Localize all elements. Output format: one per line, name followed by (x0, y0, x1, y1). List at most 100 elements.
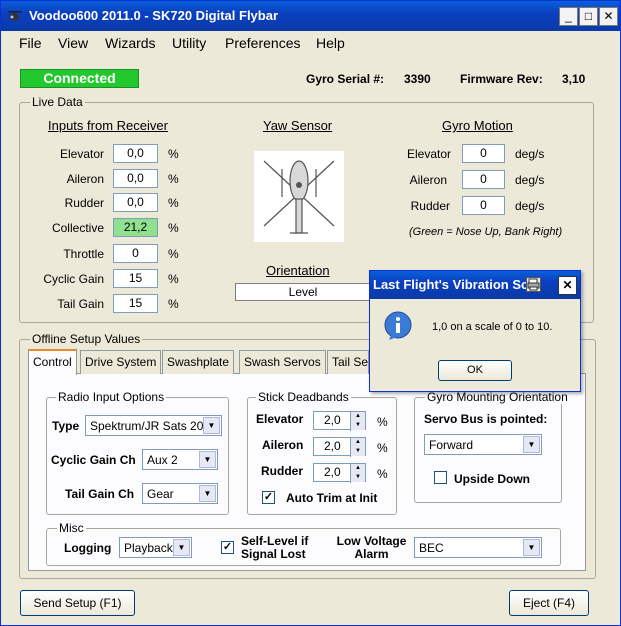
chevron-down-icon: ▼ (203, 417, 220, 434)
tab-swashplate[interactable]: Swashplate (162, 350, 235, 374)
spinner-arrows-icon[interactable]: ▲ ▼ (350, 412, 365, 431)
input-tail-gain-unit: % (168, 297, 179, 311)
eject-button[interactable]: Eject (F4) (509, 590, 589, 616)
main-window: Voodoo600 2011.0 - SK720 Digital Flybar … (0, 0, 621, 626)
deadband-elevator-unit: % (377, 415, 388, 429)
input-cyclic-gain-label: Cyclic Gain (43, 272, 104, 286)
cyclic-gain-ch-value: Aux 2 (147, 453, 178, 467)
menu-wizards[interactable]: Wizards (105, 35, 156, 51)
auto-trim-label: Auto Trim at Init (286, 491, 378, 505)
tab-drive-system[interactable]: Drive System (80, 350, 162, 374)
motion-aileron-label: Aileron (409, 173, 447, 187)
tab-tail-setup[interactable]: Tail Se (327, 350, 369, 374)
chevron-down-icon: ▼ (199, 485, 216, 502)
tail-gain-ch-label: Tail Gain Ch (65, 487, 135, 501)
input-aileron-unit: % (168, 172, 179, 186)
input-rudder-unit: % (168, 196, 179, 210)
stick-deadbands-title: Stick Deadbands (256, 390, 351, 404)
menu-help[interactable]: Help (316, 35, 345, 51)
title-bar: Voodoo600 2011.0 - SK720 Digital Flybar … (1, 1, 620, 31)
info-icon (383, 311, 413, 341)
input-tail-gain-label: Tail Gain (57, 297, 104, 311)
menu-utility[interactable]: Utility (172, 35, 206, 51)
dialog-close-button[interactable]: ✕ (558, 276, 577, 295)
input-collective-label: Collective (51, 221, 104, 235)
cyclic-gain-ch-select[interactable]: Aux 2 ▼ (142, 449, 218, 470)
upside-down-checkbox[interactable] (434, 471, 447, 484)
menu-bar: File View Wizards Utility Preferences He… (1, 31, 620, 55)
maximize-button[interactable]: □ (579, 7, 598, 26)
dialog-ok-button[interactable]: OK (438, 360, 512, 381)
deadband-elevator-label: Elevator (256, 412, 304, 426)
input-throttle-value: 0 (113, 244, 158, 263)
deadband-aileron-stepper[interactable]: 2,0 ▲ ▼ (313, 437, 366, 457)
tab-swash-servos[interactable]: Swash Servos (239, 350, 326, 374)
inputs-title: Inputs from Receiver (48, 118, 168, 133)
cyclic-gain-ch-label: Cyclic Gain Ch (51, 453, 136, 467)
helicopter-app-icon (8, 11, 22, 21)
input-elevator-label: Elevator (59, 147, 104, 161)
gyro-motion-title: Gyro Motion (442, 118, 513, 133)
deadband-rudder-label: Rudder (261, 464, 303, 478)
servo-bus-select[interactable]: Forward ▼ (424, 434, 542, 455)
logging-label: Logging (64, 541, 112, 555)
send-setup-button[interactable]: Send Setup (F1) (20, 590, 135, 616)
motion-aileron-value: 0 (462, 170, 505, 189)
input-cyclic-gain-unit: % (168, 272, 179, 286)
motion-rudder-label: Rudder (410, 199, 450, 213)
menu-file[interactable]: File (19, 35, 42, 51)
tab-control[interactable]: Control (28, 349, 77, 375)
logging-select[interactable]: Playback ▼ (119, 537, 192, 558)
deadband-rudder-stepper[interactable]: 2,0 ▲ ▼ (313, 463, 366, 483)
type-select-value: Spektrum/JR Sats 2048 (90, 419, 217, 433)
input-aileron-value: 0,0 (113, 169, 158, 188)
gyro-serial-value: 3390 (404, 72, 431, 86)
spinner-arrows-icon[interactable]: ▲ ▼ (350, 438, 365, 457)
connected-status-badge: Connected (20, 69, 139, 88)
live-data-title: Live Data (30, 95, 85, 109)
self-level-checkbox[interactable]: ✓ (221, 541, 234, 554)
gyro-serial-label: Gyro Serial #: (306, 72, 385, 86)
motion-elevator-label: Elevator (406, 147, 451, 161)
menu-view[interactable]: View (58, 35, 88, 51)
deadband-rudder-unit: % (377, 467, 388, 481)
deadband-aileron-label: Aileron (262, 438, 304, 452)
tail-gain-ch-select[interactable]: Gear ▼ (142, 483, 218, 504)
low-voltage-label: Low Voltage Alarm (336, 534, 407, 561)
radio-input-title: Radio Input Options (56, 390, 167, 404)
minimize-button[interactable]: _ (559, 7, 578, 26)
printer-icon[interactable] (526, 277, 541, 292)
input-aileron-label: Aileron (66, 172, 104, 186)
motion-aileron-unit: deg/s (515, 173, 545, 187)
spinner-arrows-icon[interactable]: ▲ ▼ (350, 464, 365, 483)
input-rudder-value: 0,0 (113, 193, 158, 212)
input-tail-gain-value: 15 (113, 294, 158, 313)
motion-elevator-unit: deg/s (515, 147, 545, 161)
input-elevator-value: 0,0 (113, 144, 158, 163)
auto-trim-checkbox[interactable]: ✓ (262, 491, 275, 504)
input-cyclic-gain-value: 15 (113, 269, 158, 288)
input-throttle-unit: % (168, 247, 179, 261)
servo-bus-label: Servo Bus is pointed: (424, 412, 548, 426)
tail-gain-ch-value: Gear (147, 487, 174, 501)
helicopter-top-view-icon (263, 160, 335, 234)
motion-rudder-unit: deg/s (515, 199, 545, 213)
misc-title: Misc (57, 521, 86, 535)
close-button[interactable]: ✕ (599, 7, 618, 26)
menu-preferences[interactable]: Preferences (225, 35, 300, 51)
deadband-elevator-stepper[interactable]: 2,0 ▲ ▼ (313, 411, 366, 431)
orientation-title: Orientation (266, 263, 330, 278)
self-level-label: Self-Level if Signal Lost (241, 534, 309, 561)
logging-value: Playback (124, 541, 173, 555)
chevron-down-icon: ▼ (523, 436, 540, 453)
low-voltage-select[interactable]: BEC ▼ (414, 537, 542, 558)
type-select[interactable]: Spektrum/JR Sats 2048 ▼ (85, 415, 222, 436)
yaw-sensor-title: Yaw Sensor (263, 118, 333, 133)
deadband-rudder-value: 2,0 (324, 465, 341, 479)
vibration-dialog: Last Flight's Vibration Sc ✕ 1,0 on a sc… (369, 270, 581, 392)
deadband-aileron-value: 2,0 (324, 439, 341, 453)
chevron-down-icon: ▼ (523, 539, 540, 556)
input-elevator-unit: % (168, 147, 179, 161)
input-throttle-label: Throttle (63, 247, 104, 261)
motion-note: (Green = Nose Up, Bank Right) (409, 226, 563, 238)
